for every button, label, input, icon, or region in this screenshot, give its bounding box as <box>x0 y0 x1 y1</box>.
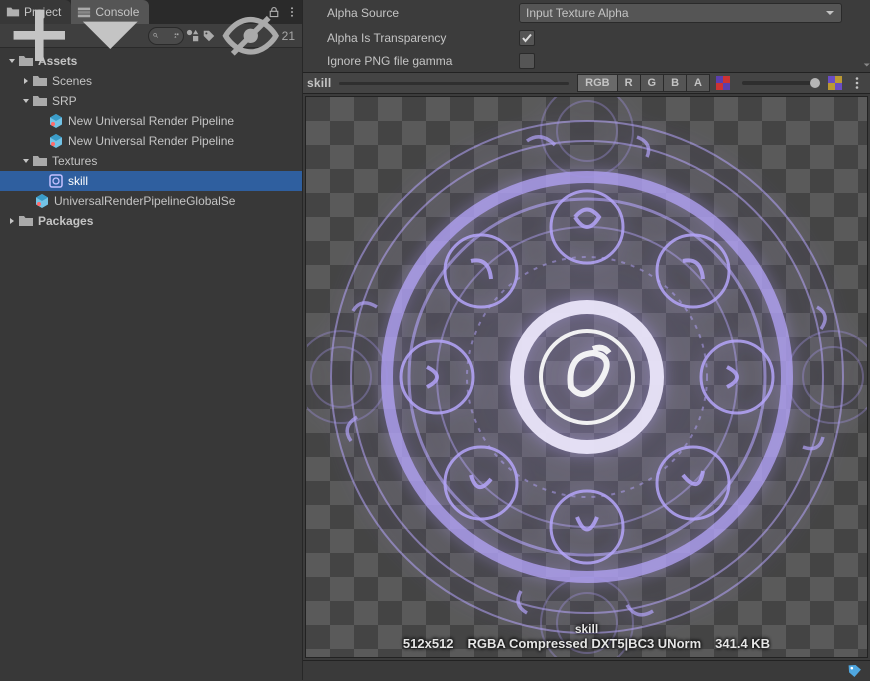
folder-icon <box>18 213 34 229</box>
dropdown-value: Input Texture Alpha <box>526 6 629 20</box>
tree-row-textures[interactable]: Textures <box>0 151 302 171</box>
foldout-open-icon[interactable] <box>6 55 18 67</box>
preview-resize-handle[interactable] <box>339 82 569 85</box>
foldout-open-icon[interactable] <box>20 95 32 107</box>
inspector-scrollbar[interactable] <box>858 0 870 74</box>
folder-icon <box>32 93 48 109</box>
mip-slider[interactable] <box>742 81 816 85</box>
project-toolbar: 21 <box>0 24 302 48</box>
ignore-png-gamma-checkbox[interactable] <box>519 53 535 69</box>
tree-row-urp-asset-2[interactable]: New Universal Render Pipeline <box>0 131 302 151</box>
tree-label: Textures <box>52 154 97 168</box>
tree-label: Assets <box>38 54 77 68</box>
preview-title: skill <box>307 76 331 90</box>
texture-image <box>307 97 867 657</box>
filter-by-label-button[interactable] <box>202 26 216 46</box>
asset-label-icon[interactable] <box>848 663 863 678</box>
preview-footer <box>303 660 870 680</box>
channel-g[interactable]: G <box>641 74 665 92</box>
prop-label: Alpha Source <box>327 6 519 20</box>
tree-label: UniversalRenderPipelineGlobalSe <box>54 194 235 208</box>
hidden-count-label: 21 <box>282 29 295 43</box>
prop-alpha-transparency: Alpha Is Transparency <box>303 25 870 50</box>
search-by-type-icon[interactable] <box>174 30 180 41</box>
folder-icon <box>18 53 34 69</box>
tag-icon <box>202 29 216 43</box>
preview-color-icon[interactable] <box>714 74 732 92</box>
create-button[interactable] <box>3 26 146 46</box>
tree-label: skill <box>68 174 88 188</box>
tree-label: SRP <box>52 94 77 108</box>
folder-icon <box>32 73 48 89</box>
tree-row-assets[interactable]: Assets <box>0 51 302 71</box>
asset-tree: Assets Scenes SRP New Universal Render P… <box>0 48 302 680</box>
preview-menu-icon[interactable] <box>848 74 866 92</box>
prop-label: Ignore PNG file gamma <box>327 54 519 68</box>
folder-icon <box>32 153 48 169</box>
foldout-closed-icon[interactable] <box>6 215 18 227</box>
alpha-transparency-checkbox[interactable] <box>519 30 535 46</box>
prop-label: Alpha Is Transparency <box>327 31 519 45</box>
shapes-icon <box>186 29 200 43</box>
prop-alpha-source: Alpha Source Input Texture Alpha <box>303 0 870 25</box>
tree-label: Scenes <box>52 74 92 88</box>
channel-rgb[interactable]: RGB <box>577 74 617 92</box>
tree-row-packages[interactable]: Packages <box>0 211 302 231</box>
search-input[interactable] <box>148 27 184 45</box>
tree-row-scenes[interactable]: Scenes <box>0 71 302 91</box>
foldout-open-icon[interactable] <box>20 155 32 167</box>
prop-ignore-png-gamma: Ignore PNG file gamma <box>303 50 870 72</box>
preview-checker-icon[interactable] <box>826 74 844 92</box>
chevron-down-icon <box>825 8 835 18</box>
channel-b[interactable]: B <box>664 74 687 92</box>
preview-header: skill RGB R G B A <box>303 72 870 94</box>
channel-buttons: RGB R G B A <box>577 74 710 92</box>
tree-label: Packages <box>38 214 93 228</box>
filter-by-type-button[interactable] <box>186 26 200 46</box>
alpha-source-dropdown[interactable]: Input Texture Alpha <box>519 3 842 23</box>
urp-asset-icon <box>48 113 64 129</box>
tree-row-urp-global[interactable]: UniversalRenderPipelineGlobalSe <box>0 191 302 211</box>
tree-label: New Universal Render Pipeline <box>68 134 234 148</box>
texture-icon <box>48 173 64 189</box>
search-field[interactable] <box>159 29 174 43</box>
tree-row-urp-asset-1[interactable]: New Universal Render Pipeline <box>0 111 302 131</box>
texture-viewport[interactable]: skill 512x512 RGBA Compressed DXT5|BC3 U… <box>305 96 868 658</box>
foldout-closed-icon[interactable] <box>20 75 32 87</box>
tree-row-skill[interactable]: skill <box>0 171 302 191</box>
urp-asset-icon <box>48 133 64 149</box>
channel-r[interactable]: R <box>618 74 641 92</box>
channel-a[interactable]: A <box>687 74 710 92</box>
check-icon <box>521 32 533 44</box>
tree-row-srp[interactable]: SRP <box>0 91 302 111</box>
tree-label: New Universal Render Pipeline <box>68 114 234 128</box>
urp-asset-icon <box>34 193 50 209</box>
